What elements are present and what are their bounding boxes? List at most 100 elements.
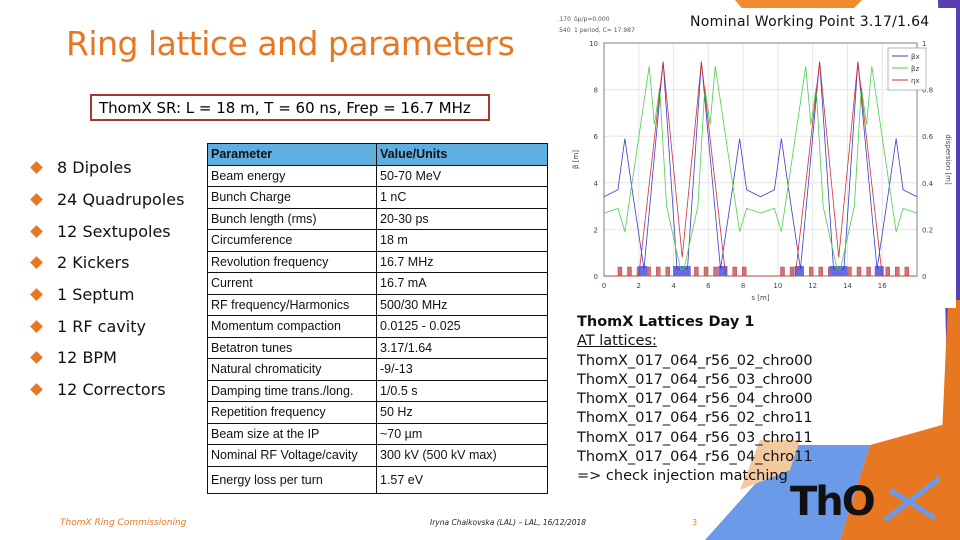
lattices-heading: ThomX Lattices Day 1 [577, 314, 755, 330]
list-item: 1 RF cavity [28, 310, 184, 342]
parameter-cell: Revolution frequency [207, 250, 377, 273]
x-axis-label: s [m] [751, 294, 769, 302]
tune-x-text: νx = 3.170 [558, 16, 571, 23]
x-tick-label: 16 [878, 282, 887, 290]
y2-tick-label: 0.4 [922, 180, 934, 188]
x-tick-label: 0 [602, 282, 606, 290]
parameter-cell: Betatron tunes [207, 336, 377, 359]
quadrupole-magnet-icon [732, 266, 737, 277]
value-cell: 18 m [376, 229, 548, 252]
value-cell: 50 Hz [376, 401, 548, 424]
x-tick-label: 2 [637, 282, 641, 290]
x-tick-label: 10 [773, 282, 782, 290]
lattice-file: ThomX_017_064_r56_02_chro00 [577, 352, 813, 369]
diamond-bullet-icon [30, 224, 43, 238]
parameter-cell: Damping time trans./long. [207, 379, 377, 402]
column-header: Value/Units [376, 143, 548, 166]
x-tick-label: 12 [808, 282, 817, 290]
table-row: Damping time trans./long. 1/0.5 s [207, 379, 548, 402]
y2-tick-label: 0.2 [922, 226, 933, 234]
quadrupole-magnet-icon [617, 266, 623, 277]
value-cell: 16.7 mA [376, 272, 548, 295]
y-tick-label: 0 [594, 273, 598, 281]
value-cell: 1 nC [376, 186, 548, 209]
table-row: Betatron tunes 3.17/1.64 [207, 336, 548, 359]
value-cell: 50-70 MeV [376, 164, 548, 187]
list-item: 2 Kickers [28, 247, 184, 279]
quadrupole-magnet-icon [627, 266, 632, 277]
list-item: 12 Correctors [28, 374, 184, 406]
legend-entry: ηx [911, 77, 920, 85]
parameter-cell: Current [207, 272, 377, 295]
legend-entry: βz [911, 65, 919, 73]
table-row: Bunch length (rms) 20-30 ps [207, 207, 548, 230]
svg-text:ThO: ThO [790, 479, 874, 525]
dipole-magnet-icon [838, 266, 848, 276]
dipole-magnet-icon [673, 266, 683, 276]
dipole-magnet-icon [681, 266, 691, 276]
value-cell: 20-30 ps [376, 207, 548, 230]
quadrupole-magnet-icon [866, 266, 871, 277]
plot-svg: 0 2 4 6 8 10 12 14 16024681000.20.40.60.81s [m]β… [538, 16, 952, 302]
diamond-bullet-icon [30, 161, 43, 175]
plot-caption: Nominal Working Point 3.17/1.64 [690, 14, 930, 30]
page-title: Ring lattice and parameters [66, 24, 515, 63]
quadrupole-magnet-icon [904, 266, 910, 277]
lattice-file: ThomX_017_064_r56_03_chro00 [577, 371, 813, 388]
legend-box [887, 47, 927, 91]
parameter-cell: Beam size at the IP [207, 422, 377, 445]
y2-tick-label: 1 [922, 40, 926, 48]
value-cell: -9/-13 [376, 358, 548, 381]
lattices-block: ThomX Lattices Day 1 AT lattices: ThomX_… [577, 313, 813, 487]
y-axis-label: β [m] [572, 150, 580, 169]
diamond-bullet-icon [30, 288, 43, 301]
footer-author: Iryna Chaikovska (LAL) – LAL, 16/12/2018 [430, 518, 587, 527]
lattices-subheading: AT lattices: [577, 333, 657, 350]
diamond-bullet-icon [30, 383, 43, 397]
quadrupole-magnet-icon [703, 266, 709, 277]
quadrupole-magnet-icon [847, 266, 852, 277]
quadrupole-magnet-icon [713, 266, 718, 277]
table-row: Beam energy 50-70 MeV [207, 164, 548, 187]
period-text: 1 period, C= 17.987 [574, 27, 635, 34]
y-tick-label: 8 [594, 87, 598, 95]
parameters-table: Parameter Value/Units Beam energy 50-70 M… [207, 143, 548, 494]
table-row: Revolution frequency 16.7 MHz [207, 250, 548, 273]
diamond-bullet-icon [30, 351, 43, 365]
momentum-text: δp/p=0.000 [574, 16, 610, 23]
parameter-cell: Circumference [207, 229, 377, 252]
list-item: 12 BPM [28, 342, 184, 374]
lattice-file: ThomX_017_064_r56_02_chro11 [577, 410, 813, 427]
y2-tick-label: 0 [922, 273, 926, 281]
list-item: 24 Quadrupoles [28, 184, 184, 216]
quadrupole-magnet-icon [665, 266, 670, 277]
series-line-ηx [604, 61, 917, 277]
quadrupole-magnet-icon [895, 266, 900, 277]
value-cell: 1.57 eV [376, 465, 548, 494]
x-tick-label: 14 [843, 282, 852, 290]
x-tick-label: 8 [741, 282, 745, 290]
y-tick-label: 2 [594, 226, 598, 234]
lattices-note: => check injection matching [577, 468, 788, 485]
parameter-cell: RF frequency/Harmonics [207, 293, 377, 316]
table-row: Circumference 18 m [207, 229, 548, 252]
table-row: Current 16.7 mA [207, 272, 548, 295]
parameter-cell: Momentum compaction [207, 315, 377, 338]
diamond-bullet-icon [30, 319, 43, 333]
value-cell: 3.17/1.64 [376, 336, 548, 359]
value-cell: 0.0125 - 0.025 [376, 315, 548, 338]
quadrupole-magnet-icon [694, 266, 699, 277]
quadrupole-magnet-icon [808, 266, 814, 277]
parameter-cell: Bunch length (rms) [207, 207, 377, 230]
quadrupole-magnet-icon [885, 266, 890, 277]
lattice-file: ThomX_017_064_r56_03_chro11 [577, 429, 813, 446]
component-list: 8 Dipoles 24 Quadrupoles 12 Sextupoles 2… [28, 152, 184, 406]
diamond-bullet-icon [30, 193, 43, 206]
dipole-magnet-icon [829, 266, 839, 276]
lattice-file: ThomX_017_064_r56_04_chro00 [577, 391, 813, 408]
parameter-cell: Energy loss per turn [207, 465, 377, 494]
table-row: Momentum compaction 0.0125 - 0.025 [207, 315, 548, 338]
lattice-file: ThomX_017_064_r56_04_chro11 [577, 449, 813, 466]
y-tick-label: 10 [589, 40, 598, 48]
parameter-cell: Bunch Charge [207, 186, 377, 209]
